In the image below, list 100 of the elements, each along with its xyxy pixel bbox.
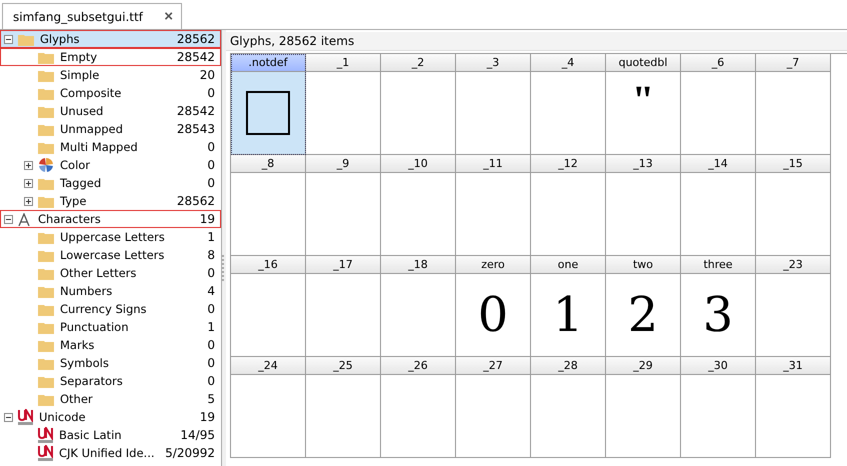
expand-icon[interactable]: [24, 160, 33, 170]
glyph-preview: 2: [628, 287, 658, 343]
glyph-cell[interactable]: _15: [756, 155, 831, 256]
item-count: 1: [207, 320, 216, 334]
tree-item[interactable]: Unmapped 28543: [0, 120, 221, 138]
unicode-logo-icon: [38, 427, 53, 443]
glyph-cell[interactable]: _2: [381, 54, 456, 155]
glyph-cell[interactable]: _17: [306, 256, 381, 357]
expand-icon[interactable]: [24, 178, 33, 188]
tree-item[interactable]: Punctuation 1: [0, 318, 221, 336]
tree-item[interactable]: Characters 19: [0, 210, 221, 228]
tree-item[interactable]: Multi Mapped 0: [0, 138, 221, 156]
tree-item[interactable]: Currency Signs 0: [0, 300, 221, 318]
folder-icon: [38, 374, 54, 388]
glyph-name: _25: [333, 359, 353, 372]
glyph-cell[interactable]: _13: [606, 155, 681, 256]
glyph-cell[interactable]: zero 0: [456, 256, 531, 357]
glyph-name: .notdef: [248, 56, 288, 69]
folder-icon: [38, 104, 54, 118]
tree-item[interactable]: Type 28562: [0, 192, 221, 210]
tree-item[interactable]: Numbers 4: [0, 282, 221, 300]
item-count: 5: [207, 392, 216, 406]
color-wheel-icon: [38, 157, 54, 173]
folder-icon: [38, 194, 54, 208]
tree-item[interactable]: Empty 28542: [0, 48, 221, 66]
glyph-cell[interactable]: _18: [381, 256, 456, 357]
glyph-name: zero: [481, 258, 505, 271]
tree-item[interactable]: Unused 28542: [0, 102, 221, 120]
glyph-cell[interactable]: _4: [531, 54, 606, 155]
glyph-cell[interactable]: _28: [531, 357, 606, 458]
folder-icon: [38, 86, 54, 100]
tree-item[interactable]: Basic Latin 14/95: [0, 426, 221, 444]
glyph-name: _30: [708, 359, 728, 372]
glyph-cell[interactable]: _23: [756, 256, 831, 357]
glyph-name: _2: [412, 56, 424, 69]
item-count: 4: [207, 284, 216, 298]
glyph-cell[interactable]: .notdef: [231, 54, 306, 155]
item-count: 28542: [176, 104, 216, 118]
expand-icon[interactable]: [24, 196, 33, 206]
glyph-name: _6: [712, 56, 724, 69]
tree-item[interactable]: Glyphs 28562: [0, 30, 221, 48]
glyph-cell[interactable]: _29: [606, 357, 681, 458]
glyph-cell[interactable]: _16: [231, 256, 306, 357]
file-tab[interactable]: simfang_subsetgui.ttf ×: [2, 3, 182, 29]
collapse-icon[interactable]: [4, 214, 13, 224]
tree-item[interactable]: Symbols 0: [0, 354, 221, 372]
item-count: 19: [200, 212, 216, 226]
tree-item[interactable]: Separators 0: [0, 372, 221, 390]
folder-icon: [38, 50, 54, 64]
glyph-cell[interactable]: _11: [456, 155, 531, 256]
glyph-cell[interactable]: _7: [756, 54, 831, 155]
item-count: 28562: [176, 32, 216, 46]
glyph-name: _10: [408, 157, 428, 170]
glyph-cell[interactable]: two 2: [606, 256, 681, 357]
glyph-cell[interactable]: _8: [231, 155, 306, 256]
glyph-cell[interactable]: _10: [381, 155, 456, 256]
item-count: 0: [207, 176, 216, 190]
glyph-cell[interactable]: _14: [681, 155, 756, 256]
tree-item[interactable]: Color 0: [0, 156, 221, 174]
glyph-cell[interactable]: _3: [456, 54, 531, 155]
folder-icon: [38, 140, 54, 154]
tree-item[interactable]: Lowercase Letters 8: [0, 246, 221, 264]
tree-item[interactable]: Composite 0: [0, 84, 221, 102]
close-button[interactable]: ×: [164, 8, 173, 25]
collapse-icon[interactable]: [4, 412, 13, 422]
glyph-cell[interactable]: three 3: [681, 256, 756, 357]
item-count: 19: [200, 410, 216, 424]
tree-item[interactable]: Uppercase Letters 1: [0, 228, 221, 246]
folder-icon: [38, 248, 54, 262]
glyph-name: _26: [408, 359, 428, 372]
item-count: 20: [200, 68, 216, 82]
glyph-cell[interactable]: _27: [456, 357, 531, 458]
folder-icon: [18, 32, 34, 46]
glyph-cell[interactable]: _26: [381, 357, 456, 458]
glyph-cell[interactable]: _24: [231, 357, 306, 458]
tree-item[interactable]: Tagged 0: [0, 174, 221, 192]
folder-icon: [38, 320, 54, 334]
tree-item[interactable]: CJK Unified Ide... 5/20992: [0, 444, 221, 462]
glyph-cell[interactable]: _31: [756, 357, 831, 458]
glyph-cell[interactable]: _30: [681, 357, 756, 458]
collapse-icon[interactable]: [4, 34, 13, 44]
item-count: 0: [207, 302, 216, 316]
glyph-cell[interactable]: one 1: [531, 256, 606, 357]
tree-item[interactable]: Other 5: [0, 390, 221, 408]
glyph-cell[interactable]: _9: [306, 155, 381, 256]
glyph-cell[interactable]: _1: [306, 54, 381, 155]
glyph-name: _14: [708, 157, 728, 170]
item-count: 0: [207, 374, 216, 388]
tree-item[interactable]: Unicode 19: [0, 408, 221, 426]
tree-item[interactable]: Marks 0: [0, 336, 221, 354]
glyph-cell[interactable]: _25: [306, 357, 381, 458]
glyph-preview: 0: [478, 287, 508, 343]
tree-item[interactable]: Other Letters 0: [0, 264, 221, 282]
item-count: 0: [207, 356, 216, 370]
tree-item[interactable]: Simple 20: [0, 66, 221, 84]
glyph-name: _17: [333, 258, 353, 271]
glyph-cell[interactable]: _12: [531, 155, 606, 256]
glyph-cell[interactable]: quotedbl ": [606, 54, 681, 155]
glyph-cell[interactable]: _6: [681, 54, 756, 155]
glyph-name: quotedbl: [618, 56, 668, 69]
